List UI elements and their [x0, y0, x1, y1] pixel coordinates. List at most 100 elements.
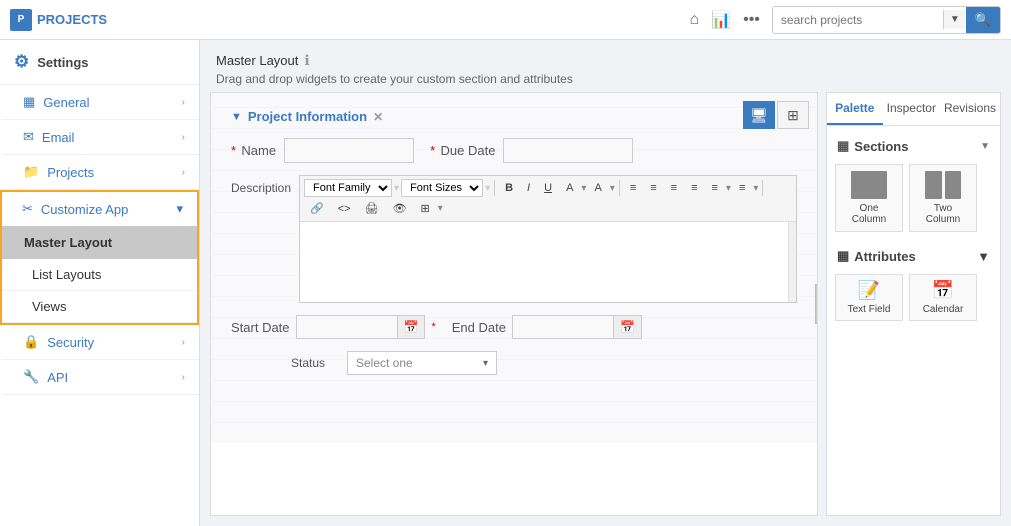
palette-sections: ▦ Sections ▼ One Column: [835, 134, 992, 232]
attributes-header[interactable]: ▦ Attributes ▼: [835, 244, 992, 268]
status-select[interactable]: Select one ▾: [347, 351, 497, 375]
search-input[interactable]: [773, 9, 943, 31]
sections-icon: ▦: [837, 138, 849, 154]
sections-label: Sections: [854, 139, 908, 154]
description-label: Description: [231, 175, 291, 195]
attributes-collapse-icon: ▼: [977, 249, 990, 264]
more-icon[interactable]: •••: [743, 11, 760, 29]
start-date-input[interactable]: [297, 316, 397, 338]
text-color-btn[interactable]: A: [560, 179, 579, 197]
end-date-wrap: 📅: [512, 315, 642, 339]
start-date-field: Start Date 📅 *: [231, 315, 436, 339]
ol-btn[interactable]: ≡: [733, 179, 751, 197]
sidebar-item-general[interactable]: ▦ General ›: [0, 85, 199, 120]
name-field: * Name: [231, 138, 414, 163]
tab-inspector[interactable]: Inspector: [883, 93, 940, 125]
name-input[interactable]: [284, 138, 414, 163]
editor-scrollbar[interactable]: [788, 222, 796, 302]
sidebar-item-list-layouts[interactable]: List Layouts: [2, 259, 197, 291]
preview-btn[interactable]: 👁: [387, 199, 413, 218]
search-button[interactable]: 🔍: [966, 7, 1000, 33]
editor-body[interactable]: [300, 222, 796, 302]
attr-card-calendar[interactable]: 📅 Calendar: [909, 274, 977, 321]
page-title-area: Master Layout ℹ Drag and drop widgets to…: [200, 40, 1011, 92]
calendar-icon: 📅: [932, 280, 954, 301]
due-date-input[interactable]: [503, 138, 633, 163]
ul-btn[interactable]: ≡: [706, 179, 724, 197]
font-sizes-select[interactable]: Font Sizes: [401, 179, 483, 197]
align-right-btn[interactable]: ≡: [665, 179, 683, 197]
date-row: Start Date 📅 * End Date: [231, 315, 797, 339]
sections-grid: One Column Two Column: [835, 164, 992, 232]
sidebar-item-api[interactable]: 🔧 API ›: [0, 360, 199, 395]
align-center-btn[interactable]: ≡: [644, 179, 662, 197]
underline-btn[interactable]: U: [538, 179, 558, 197]
info-icon[interactable]: ℹ: [304, 52, 309, 69]
chevron-icon: ›: [182, 337, 185, 348]
two-column-card[interactable]: Two Column: [909, 164, 977, 232]
canvas-collapse-btn[interactable]: ‹: [815, 284, 818, 324]
sidebar-item-customize[interactable]: ✂ Customize App ▾: [2, 192, 197, 226]
end-date-calendar-icon[interactable]: 📅: [613, 316, 641, 338]
sidebar-label-customize: Customize App: [41, 202, 128, 217]
print-btn[interactable]: 🖨: [359, 199, 385, 218]
font-family-select[interactable]: Font Family: [304, 179, 392, 197]
sidebar-item-security[interactable]: 🔒 Security ›: [0, 325, 199, 360]
view-btn-2[interactable]: ⊞: [777, 101, 809, 129]
text-field-icon: 📝: [858, 280, 880, 301]
sidebar-item-projects[interactable]: 📁 Projects ›: [0, 155, 199, 190]
editor-toolbar: Font Family ▾ Font Sizes ▾ B I U: [300, 176, 796, 222]
italic-btn[interactable]: I: [521, 179, 536, 197]
attr-card-text[interactable]: 📝 Text Field: [835, 274, 903, 321]
sidebar-label-projects: Projects: [47, 165, 94, 180]
sidebar-item-master-layout[interactable]: Master Layout: [2, 226, 197, 259]
link-btn[interactable]: 🔗: [304, 199, 330, 218]
toolbar-sep-2: [619, 180, 620, 196]
sidebar-title: Settings: [37, 55, 88, 70]
two-column-label: Two Column: [916, 203, 970, 225]
tab-revisions[interactable]: Revisions: [940, 93, 1000, 125]
justify-btn[interactable]: ≡: [685, 179, 703, 197]
start-date-calendar-icon[interactable]: 📅: [397, 316, 425, 338]
gear-icon: ⚙: [14, 52, 29, 72]
sidebar-item-email[interactable]: ✉ Email ›: [0, 120, 199, 155]
tab-palette[interactable]: Palette: [827, 93, 883, 125]
table-btn[interactable]: ⊞: [415, 199, 436, 218]
bg-color-btn[interactable]: A: [588, 179, 607, 197]
editor-area: 🖥 ⊞ ▼ Project Information ✕ *: [210, 92, 1001, 516]
rich-editor: Font Family ▾ Font Sizes ▾ B I U: [299, 175, 797, 303]
bold-btn[interactable]: B: [499, 179, 519, 197]
api-icon: 🔧: [23, 369, 39, 385]
sections-header[interactable]: ▦ Sections ▼: [835, 134, 992, 158]
section-header: ▼ Project Information ✕: [231, 109, 797, 124]
app-logo: P PROJECTS: [10, 9, 107, 31]
chart-icon[interactable]: 📊: [711, 10, 731, 30]
section-remove-btn[interactable]: ✕: [373, 110, 383, 124]
attributes-label: Attributes: [854, 249, 915, 264]
sections-collapse-icon: ▼: [980, 141, 990, 152]
search-dropdown-btn[interactable]: ▼: [943, 10, 966, 29]
projects-icon: 📁: [23, 164, 39, 180]
end-date-input[interactable]: [513, 316, 613, 338]
two-column-icon: [925, 171, 961, 199]
home-icon[interactable]: ⌂: [690, 11, 700, 29]
sidebar-header: ⚙ Settings: [0, 40, 199, 85]
sidebar-label-master-layout: Master Layout: [24, 235, 112, 250]
sidebar-label-general: General: [43, 95, 89, 110]
align-left-btn[interactable]: ≡: [624, 179, 642, 197]
main-content: Master Layout ℹ Drag and drop widgets to…: [200, 40, 1011, 526]
section-collapse-btn[interactable]: ▼: [231, 111, 242, 123]
palette-attributes: ▦ Attributes ▼ 📝 Text Field 📅: [835, 244, 992, 321]
toolbar-sep-1: [494, 180, 495, 196]
calendar-label: Calendar: [923, 304, 964, 315]
description-row: Description Font Family ▾ Font Sizes: [231, 175, 797, 303]
code-btn[interactable]: <>: [332, 200, 357, 218]
chevron-icon: ›: [182, 97, 185, 108]
chevron-down-icon: ▾: [176, 201, 183, 217]
one-column-card[interactable]: One Column: [835, 164, 903, 232]
sidebar-label-security: Security: [47, 335, 94, 350]
chevron-icon: ›: [182, 167, 185, 178]
sidebar-item-views[interactable]: Views: [2, 291, 197, 323]
view-btn-1[interactable]: 🖥: [743, 101, 775, 129]
one-column-label: One Column: [842, 203, 896, 225]
